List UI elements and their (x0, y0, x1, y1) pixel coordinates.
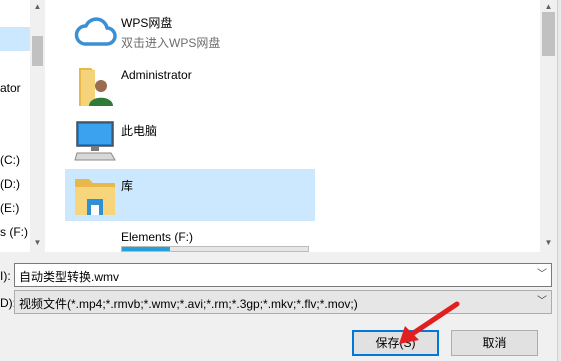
computer-icon (74, 121, 116, 161)
list-scrollbar[interactable]: ▲ ▼ (540, 0, 557, 252)
nav-item-drive-e[interactable]: (E:) (0, 200, 19, 216)
list-scroll-thumb[interactable] (542, 12, 555, 56)
cloud-icon (74, 17, 117, 46)
item-title: WPS网盘 (121, 16, 173, 30)
scroll-up-icon[interactable]: ▲ (33, 2, 42, 11)
scroll-down-icon[interactable]: ▼ (544, 238, 553, 247)
filename-value[interactable]: 自动类型转换.wmv (19, 268, 119, 285)
list-item-this-pc[interactable]: 此电脑 (65, 114, 315, 166)
nav-scroll-thumb[interactable] (32, 36, 43, 66)
list-item-library[interactable]: 库 (65, 169, 315, 221)
filename-label: I): (0, 269, 11, 283)
filename-field[interactable]: 自动类型转换.wmv ﹀ (14, 263, 552, 287)
nav-item-drive-f[interactable]: s (F:) (0, 224, 28, 240)
filetype-select[interactable]: 视频文件(*.mp4;*.rmvb;*.wmv;*.avi;*.rm;*.3gp… (14, 290, 552, 314)
scroll-down-icon[interactable]: ▼ (33, 238, 42, 247)
nav-item-drive-d[interactable]: (D:) (0, 176, 20, 192)
file-list-pane: WPS网盘 双击进入WPS网盘 Administrator 此电脑 库 Elem… (45, 0, 540, 252)
nav-scrollbar[interactable]: ▲ ▼ (30, 0, 45, 252)
item-title: Administrator (121, 68, 192, 82)
nav-selected-item[interactable] (0, 27, 30, 51)
navigation-pane: ator (C:) (D:) (E:) s (F:) (0, 0, 30, 252)
item-title: 此电脑 (121, 124, 158, 138)
drive-usage-fill (122, 247, 171, 251)
scroll-up-icon[interactable]: ▲ (544, 2, 553, 11)
filetype-value[interactable]: 视频文件(*.mp4;*.rmvb;*.wmv;*.avi;*.rm;*.3gp… (19, 295, 358, 312)
cancel-button[interactable]: 取消 (451, 330, 538, 356)
list-item-wps-cloud[interactable]: WPS网盘 双击进入WPS网盘 (65, 6, 315, 58)
item-title: Elements (F:) (121, 230, 194, 244)
list-item-administrator[interactable]: Administrator (65, 60, 315, 112)
drive-usage-bar (121, 246, 309, 252)
item-title: 库 (121, 179, 134, 193)
user-folder-icon (79, 68, 113, 106)
nav-item-administrator[interactable]: ator (0, 80, 21, 96)
annotation-arrow-icon (399, 301, 460, 344)
window-edge (557, 0, 561, 361)
nav-item-drive-c[interactable]: (C:) (0, 152, 20, 168)
library-folder-icon (75, 179, 115, 215)
item-subtitle: 双击进入WPS网盘 (121, 36, 221, 50)
chevron-down-icon[interactable]: ﹀ (533, 291, 551, 313)
chevron-down-icon[interactable]: ﹀ (533, 264, 551, 286)
